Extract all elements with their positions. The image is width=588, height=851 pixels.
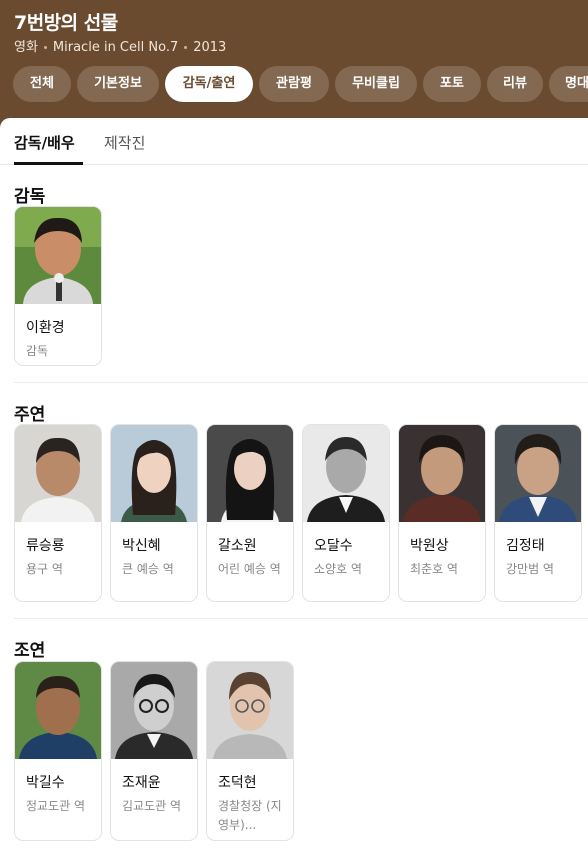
- movie-header: 7번방의 선물 영화 Miracle in Cell No.7 2013 전체 기본…: [0, 0, 588, 118]
- person-photo: [111, 425, 197, 522]
- person-name: 조덕현: [218, 775, 257, 791]
- person-card[interactable]: 오달수 소양호 역: [302, 424, 390, 602]
- person-role: 큰 예승 역: [122, 562, 174, 576]
- person-name: 갈소원: [218, 538, 257, 554]
- person-photo: [399, 425, 485, 522]
- person-card[interactable]: 박길수 정교도관 역: [14, 661, 102, 841]
- person-role: 정교도관 역: [26, 799, 86, 813]
- subtab-active-indicator: [14, 162, 83, 165]
- tab-photos[interactable]: 포토: [423, 66, 481, 102]
- person-name: 박원상: [410, 538, 449, 554]
- tab-all[interactable]: 전체: [13, 66, 71, 102]
- subtab-director-actors[interactable]: 감독/배우: [14, 132, 75, 153]
- person-role: 경찰청장 (지영부)...: [218, 799, 282, 832]
- section-title-supporting: 조연: [14, 641, 46, 661]
- person-role: 최춘호 역: [410, 562, 458, 576]
- person-photo: [15, 207, 101, 304]
- person-photo: [207, 662, 293, 759]
- person-role: 강만범 역: [506, 562, 554, 576]
- person-card[interactable]: 류승룡 용구 역: [14, 424, 102, 602]
- person-name: 조재윤: [122, 775, 161, 791]
- section-divider: [14, 382, 588, 383]
- person-card[interactable]: 갈소원 어린 예승 역: [206, 424, 294, 602]
- section-divider: [14, 618, 588, 619]
- person-card[interactable]: 김정태 강만범 역: [494, 424, 582, 602]
- movie-title[interactable]: 7번방의 선물: [14, 8, 118, 35]
- person-role: 소양호 역: [314, 562, 362, 576]
- person-card[interactable]: 조재윤 김교도관 역: [110, 661, 198, 841]
- person-card[interactable]: 이환경 감독: [14, 206, 102, 366]
- person-name: 박신혜: [122, 538, 161, 554]
- person-photo: [15, 662, 101, 759]
- movie-meta: 영화 Miracle in Cell No.7 2013: [14, 36, 226, 55]
- person-role: 김교도관 역: [122, 799, 182, 813]
- person-card[interactable]: 박신혜 큰 예승 역: [110, 424, 198, 602]
- cast-subtabs: 감독/배우 제작진: [0, 118, 588, 165]
- person-photo: [495, 425, 581, 522]
- person-photo: [111, 662, 197, 759]
- subtab-crew[interactable]: 제작진: [104, 132, 145, 153]
- person-card[interactable]: 조덕현 경찰청장 (지영부)...: [206, 661, 294, 841]
- person-role: 용구 역: [26, 562, 63, 576]
- separator-dot: [43, 46, 47, 49]
- person-name: 류승룡: [26, 538, 65, 554]
- person-role: 감독: [26, 344, 49, 358]
- tab-basic-info[interactable]: 기본정보: [77, 66, 159, 102]
- tab-quotes[interactable]: 명대: [549, 66, 588, 102]
- tab-director-cast[interactable]: 감독/출연: [165, 66, 253, 102]
- person-photo: [207, 425, 293, 522]
- movie-original-title: Miracle in Cell No.7: [52, 40, 179, 55]
- person-card[interactable]: 박원상 최춘호 역: [398, 424, 486, 602]
- person-name: 박길수: [26, 775, 65, 791]
- person-role: 어린 예승 역: [218, 562, 281, 576]
- section-title-director: 감독: [14, 187, 46, 207]
- cast-panel: 감독/배우 제작진 감독 이환경 감독 주연 류승룡 용구 역 박신혜 큰 예승…: [0, 118, 588, 851]
- person-name: 이환경: [26, 320, 65, 336]
- section-title-lead: 주연: [14, 405, 46, 425]
- tab-reviews-rating[interactable]: 관람평: [259, 66, 329, 102]
- movie-year: 2013: [193, 40, 227, 55]
- tab-reviews[interactable]: 리뷰: [487, 66, 543, 102]
- person-photo: [303, 425, 389, 522]
- person-name: 김정태: [506, 538, 545, 554]
- person-photo: [15, 425, 101, 522]
- person-name: 오달수: [314, 538, 353, 554]
- separator-dot: [184, 46, 188, 49]
- tab-movie-clips[interactable]: 무비클립: [335, 66, 417, 102]
- movie-category: 영화: [14, 40, 38, 55]
